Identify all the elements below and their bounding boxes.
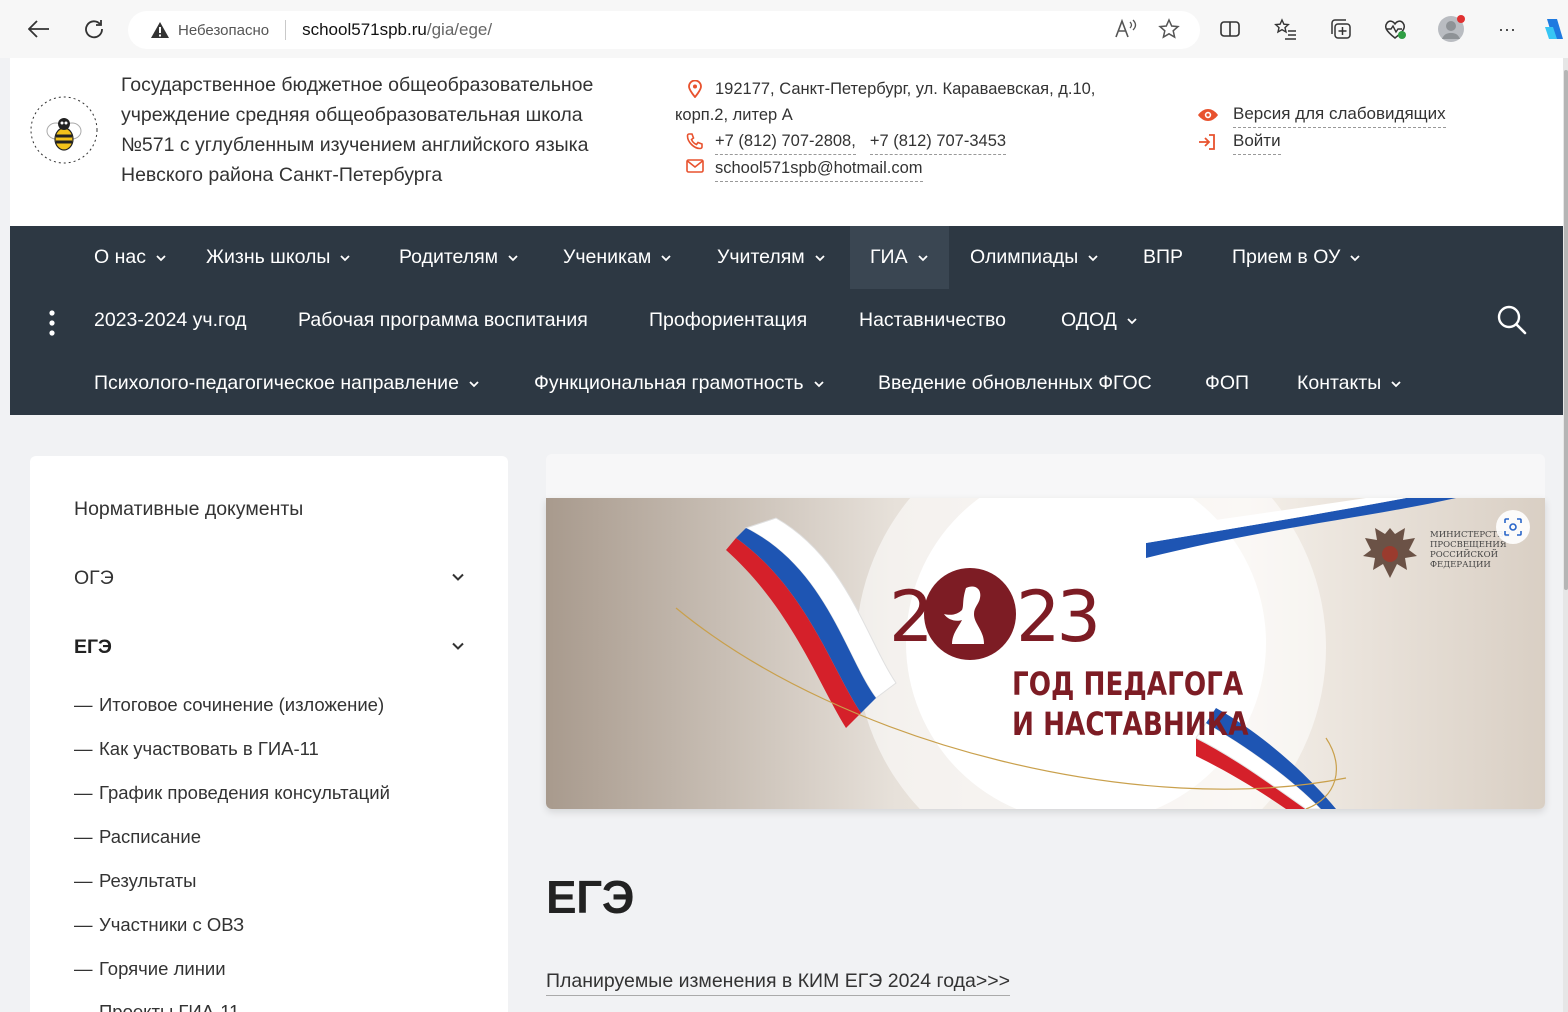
back-icon[interactable]	[22, 12, 56, 46]
email-icon	[675, 155, 715, 173]
main-navigation: О нас Жизнь школы Родителям Ученикам Учи…	[10, 226, 1563, 415]
address-line-2: корп.2, литер А	[675, 106, 793, 124]
site-header: Государственное бюджетное общеобразовате…	[10, 58, 1563, 226]
nav-item-functional-literacy[interactable]: Функциональная грамотность	[534, 352, 825, 415]
banner-image: 2 23 ГОД ПЕДАГОГА И НАСТАВНИКА МИНИСТЕРС…	[546, 498, 1545, 809]
contact-info: 192177, Санкт-Петербург, ул. Караваевска…	[675, 76, 1155, 182]
submenu-item-hotlines[interactable]: — Горячие линии	[74, 958, 226, 980]
chevron-down-icon	[469, 380, 479, 387]
nav-item-fgos[interactable]: Введение обновленных ФГОС	[878, 352, 1152, 415]
eye-icon	[1197, 108, 1233, 122]
chevron-down-icon	[815, 254, 825, 261]
health-extension-icon[interactable]	[1380, 14, 1410, 44]
header-actions: Версия для слабовидящих Войти	[1197, 101, 1446, 155]
browser-toolbar: Небезопасно school571spb.ru/gia/ege/ ···	[0, 0, 1568, 58]
submenu-item-projects[interactable]: — Проекты ГИА-11	[74, 1001, 239, 1012]
more-menu-icon[interactable]	[48, 310, 56, 336]
chevron-down-icon	[1350, 254, 1360, 261]
content-top-strip	[546, 454, 1545, 498]
chevron-down-icon	[508, 254, 518, 261]
url-text: school571spb.ru/gia/ege/	[302, 20, 493, 39]
page-title: ЕГЭ	[546, 871, 634, 923]
security-label: Небезопасно	[178, 21, 270, 39]
nav-item-gia[interactable]: ГИА	[850, 226, 949, 289]
nav-row-3: Психолого-педагогическое направление Фун…	[10, 352, 1563, 415]
nav-item-school-year[interactable]: 2023-2024 уч.год	[94, 289, 246, 352]
nav-item-fop[interactable]: ФОП	[1205, 352, 1249, 415]
banner-headline: ГОД ПЕДАГОГА И НАСТАВНИКА	[1012, 665, 1249, 743]
nav-item-school-life[interactable]: Жизнь школы	[206, 226, 351, 289]
warning-icon	[151, 22, 169, 38]
nav-item-olympiads[interactable]: Олимпиады	[970, 226, 1099, 289]
chevron-down-icon[interactable]	[450, 569, 466, 585]
chevron-down-icon	[917, 254, 928, 261]
chevron-down-icon	[340, 254, 351, 261]
submenu-item-results[interactable]: — Результаты	[74, 870, 196, 892]
sidebar-item-oge[interactable]: ОГЭ	[30, 544, 508, 613]
email-link[interactable]: school571spb@hotmail.com	[715, 155, 923, 182]
copilot-icon[interactable]	[1540, 14, 1568, 44]
sidebar-item-ege[interactable]: ЕГЭ	[30, 613, 508, 682]
location-pin-icon	[675, 76, 715, 98]
chevron-down-icon	[813, 380, 824, 387]
phone-2[interactable]: +7 (812) 707-3453	[869, 128, 1007, 155]
pelican-icon	[944, 586, 984, 644]
nav-item-parents[interactable]: Родителям	[399, 226, 519, 289]
banner-emblem	[924, 568, 1016, 660]
submenu-item-timetable[interactable]: — Расписание	[74, 826, 201, 848]
low-vision-link[interactable]: Версия для слабовидящих	[1233, 101, 1446, 128]
nav-item-admission[interactable]: Прием в ОУ	[1232, 226, 1361, 289]
phone-icon	[675, 128, 715, 150]
nav-item-odod[interactable]: ОДОД	[1061, 289, 1138, 352]
nav-item-teachers[interactable]: Учителям	[717, 226, 826, 289]
visual-search-icon	[1504, 518, 1522, 536]
nav-item-students[interactable]: Ученикам	[563, 226, 672, 289]
nav-item-contacts[interactable]: Контакты	[1297, 352, 1402, 415]
chevron-down-icon	[1088, 254, 1098, 261]
phone-1[interactable]: +7 (812) 707-2808,	[715, 128, 856, 155]
profile-avatar-icon[interactable]	[1436, 14, 1466, 44]
sidebar-item-normative-docs[interactable]: Нормативные документы	[30, 475, 508, 544]
nav-row-2: 2023-2024 уч.год Рабочая программа воспи…	[10, 289, 1563, 352]
collections-icon[interactable]	[1326, 14, 1356, 44]
security-warning[interactable]: Небезопасно	[150, 21, 269, 39]
nav-item-upbringing-program[interactable]: Рабочая программа воспитания	[298, 289, 588, 352]
school-logo[interactable]	[26, 86, 102, 174]
login-icon	[1197, 133, 1233, 151]
submenu-item-final-essay[interactable]: — Итоговое сочинение (изложение)	[74, 694, 384, 716]
nav-item-career-guidance[interactable]: Профориентация	[649, 289, 807, 352]
address-line-1: 192177, Санкт-Петербург, ул. Караваевска…	[715, 80, 1096, 98]
nav-item-vpr[interactable]: ВПР	[1143, 226, 1183, 289]
address-bar[interactable]: Небезопасно school571spb.ru/gia/ege/	[128, 11, 1200, 49]
chevron-down-icon	[661, 254, 671, 261]
nav-item-mentoring[interactable]: Наставничество	[859, 289, 1006, 352]
banner-year-right: 23	[1016, 576, 1101, 658]
login-link[interactable]: Войти	[1233, 128, 1281, 155]
nav-row-1: О нас Жизнь школы Родителям Ученикам Учи…	[10, 226, 1563, 289]
reload-icon[interactable]	[77, 12, 111, 46]
submenu-item-how-to-participate[interactable]: — Как участвовать в ГИА-11	[74, 738, 319, 760]
kim-changes-link[interactable]: Планируемые изменения в КИМ ЕГЭ 2024 год…	[546, 970, 1011, 996]
visual-search-button[interactable]	[1496, 510, 1530, 544]
favorite-star-icon[interactable]	[1158, 18, 1180, 45]
browser-menu-icon[interactable]: ···	[1492, 14, 1522, 44]
search-icon[interactable]	[1496, 304, 1528, 336]
nav-item-psychology[interactable]: Психолого-педагогическое направление	[94, 352, 480, 415]
submenu-item-disabilities[interactable]: — Участники с ОВЗ	[74, 914, 244, 936]
nav-item-about[interactable]: О нас	[94, 226, 167, 289]
favorites-list-icon[interactable]	[1271, 14, 1301, 44]
ministry-emblem-icon	[1358, 524, 1422, 582]
chevron-down-icon	[156, 254, 166, 261]
chevron-down-icon	[1391, 380, 1401, 387]
split-screen-icon[interactable]	[1215, 14, 1245, 44]
school-name[interactable]: Государственное бюджетное общеобразовате…	[121, 70, 641, 190]
chevron-down-icon[interactable]	[450, 638, 466, 654]
read-aloud-icon[interactable]	[1114, 18, 1138, 45]
address-separator	[285, 20, 287, 40]
submenu-item-consultation-schedule[interactable]: — График проведения консультаций	[74, 782, 390, 804]
chevron-down-icon	[1127, 317, 1137, 324]
scrollbar-thumb[interactable]	[1564, 70, 1568, 590]
